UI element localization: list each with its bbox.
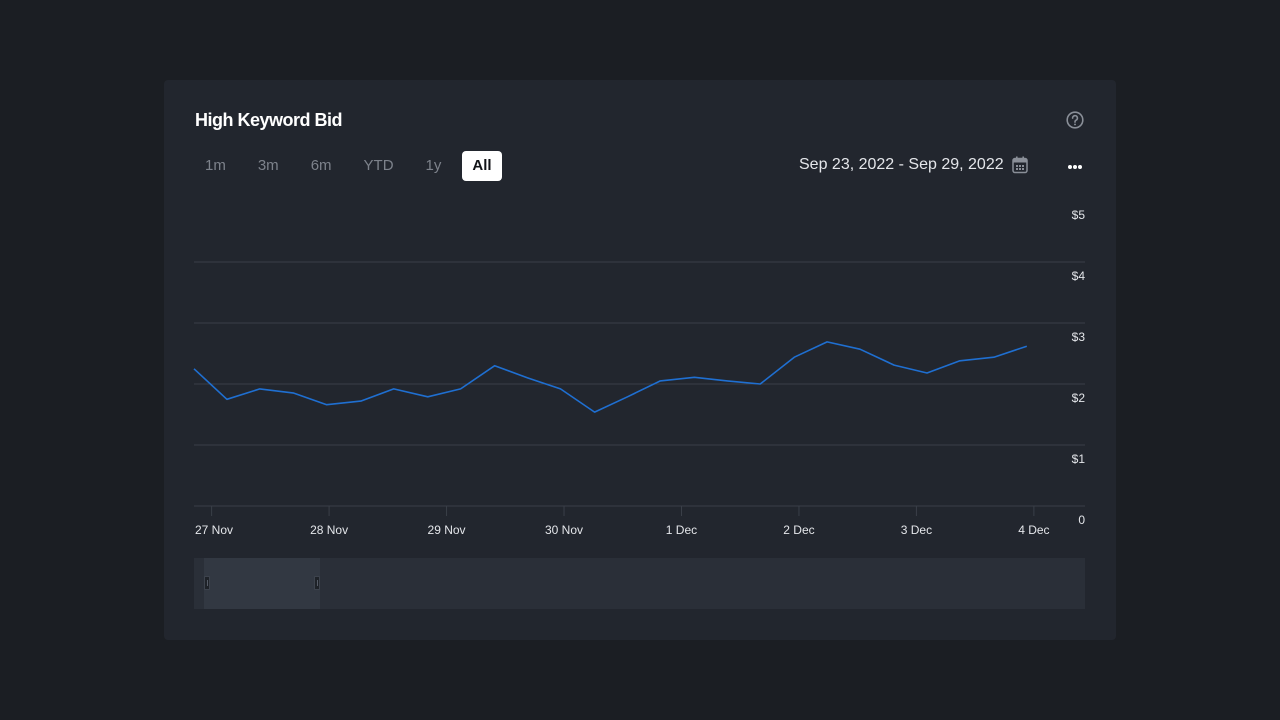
navigator-right-handle[interactable]: [313, 576, 320, 590]
y-tick-label: $4: [1072, 269, 1086, 283]
x-tick-label: 4 Dec: [1018, 523, 1049, 537]
x-tick-label: 29 Nov: [428, 523, 466, 537]
x-tick-label: 1 Dec: [666, 523, 697, 537]
x-tick-label: 28 Nov: [310, 523, 348, 537]
y-tick-label: $1: [1072, 452, 1086, 466]
navigator-left-handle[interactable]: [204, 576, 210, 590]
x-tick-label: 2 Dec: [783, 523, 814, 537]
line-chart: 0 $1 $2 $3 $4 $5 27 Nov 28 Nov 29 Nov 30 Nov 1 Dec…: [193, 208, 1086, 537]
x-tick-label: 30 Nov: [545, 523, 583, 537]
y-tick-label: $2: [1072, 391, 1086, 405]
y-tick-label: 0: [1078, 513, 1085, 527]
x-tick-label: 27 Nov: [195, 523, 233, 537]
x-tick-label: 3 Dec: [901, 523, 932, 537]
chart-card: High Keyword Bid 1m 3m 6m YTD 1y All Sep 23, …: [164, 80, 1116, 640]
series-line: [193, 341, 1028, 413]
navigator-window[interactable]: [204, 558, 320, 609]
y-tick-label: $3: [1072, 330, 1086, 344]
chart-navigator[interactable]: [194, 558, 1085, 609]
y-tick-label: $5: [1072, 208, 1086, 222]
